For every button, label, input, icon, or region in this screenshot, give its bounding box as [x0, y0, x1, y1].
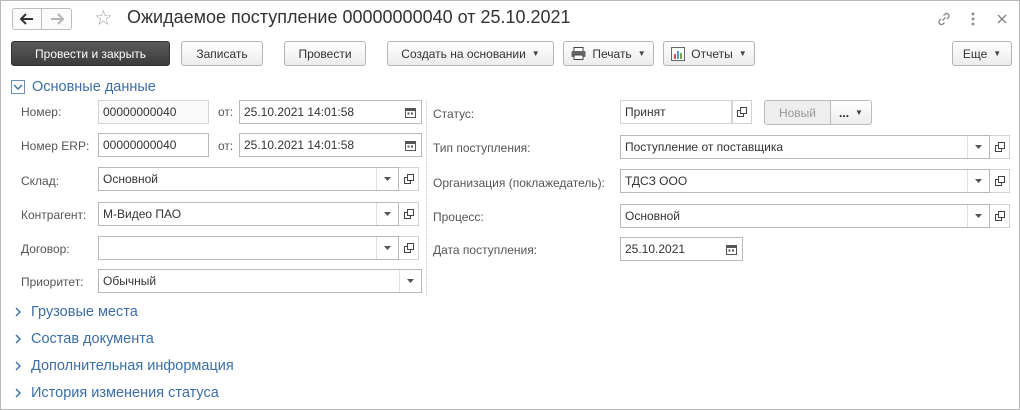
forward-button[interactable]: [42, 8, 72, 30]
arrow-left-icon: [20, 13, 33, 25]
calendar-icon[interactable]: [399, 101, 421, 123]
column-divider: [426, 101, 427, 296]
calendar-icon[interactable]: [399, 134, 421, 156]
receipt-type-label: Тип поступления:: [433, 141, 531, 155]
erp-date-field[interactable]: 25.10.2021 14:01:58: [239, 133, 422, 157]
link-icon[interactable]: [934, 9, 954, 29]
open-form-icon: [403, 243, 414, 253]
dropdown-arrow-icon[interactable]: [399, 270, 421, 292]
counterparty-field[interactable]: М-Видео ПАО: [98, 202, 399, 226]
back-button[interactable]: [12, 8, 42, 30]
receipt-type-field[interactable]: Поступление от поставщика: [620, 135, 990, 159]
chevron-right-icon: [11, 305, 25, 319]
chevron-right-icon: [11, 359, 25, 373]
caret-down-icon: ▼: [738, 49, 747, 58]
open-form-icon: [403, 174, 414, 184]
section-status-history[interactable]: История изменения статуса: [11, 383, 219, 403]
more-button[interactable]: Еще ▼: [952, 41, 1012, 66]
chevron-right-icon: [11, 386, 25, 400]
open-form-icon: [737, 107, 747, 117]
contract-label: Договор:: [21, 242, 70, 256]
organization-label: Организация (поклажедатель):: [433, 176, 606, 190]
erp-number-field[interactable]: 00000000040: [98, 133, 209, 157]
caret-down-icon: ▼: [993, 49, 1002, 58]
more-vertical-icon[interactable]: [963, 9, 983, 29]
number-field[interactable]: 00000000040: [98, 100, 209, 124]
print-button[interactable]: Печать ▼: [563, 41, 654, 66]
open-form-icon: [403, 209, 414, 219]
contract-field[interactable]: [98, 236, 399, 260]
open-process-button[interactable]: [990, 204, 1010, 228]
create-based-on-button[interactable]: Создать на основании ▼: [387, 41, 554, 66]
warehouse-field[interactable]: Основной: [98, 167, 399, 191]
open-form-icon: [994, 211, 1005, 221]
priority-field[interactable]: Обычный: [98, 269, 422, 293]
document-window: ☆ Ожидаемое поступление 00000000040 от 2…: [0, 0, 1020, 410]
caret-down-icon: ▼: [855, 108, 863, 117]
open-warehouse-button[interactable]: [399, 167, 419, 191]
caret-down-icon: ▼: [637, 49, 646, 58]
report-icon: [671, 46, 686, 61]
arrow-right-icon: [50, 13, 64, 25]
section-document-composition[interactable]: Состав документа: [11, 329, 154, 349]
organization-field[interactable]: ТДСЗ ООО: [620, 169, 990, 193]
dropdown-arrow-icon[interactable]: [376, 203, 398, 225]
reports-button[interactable]: Отчеты ▼: [663, 41, 755, 66]
post-and-close-button[interactable]: Провести и закрыть: [11, 41, 170, 66]
counterparty-label: Контрагент:: [21, 208, 87, 222]
write-button[interactable]: Записать: [181, 41, 263, 66]
process-label: Процесс:: [433, 210, 484, 224]
date-field[interactable]: 25.10.2021 14:01:58: [239, 100, 422, 124]
number-label: Номер:: [21, 105, 62, 119]
process-field[interactable]: Основной: [620, 204, 990, 228]
post-button[interactable]: Провести: [284, 41, 366, 66]
section-cargo-places[interactable]: Грузовые места: [11, 302, 138, 322]
section-main-data[interactable]: Основные данные: [11, 77, 156, 97]
priority-label: Приоритет:: [21, 275, 84, 289]
erp-number-label: Номер ERP:: [21, 139, 90, 153]
warehouse-label: Склад:: [21, 174, 60, 188]
caret-down-icon: ▼: [531, 49, 540, 58]
status-more-button[interactable]: ... ▼: [830, 100, 872, 125]
erp-date-from-label: от:: [218, 139, 234, 153]
close-icon[interactable]: [992, 9, 1012, 29]
open-receipt-type-button[interactable]: [990, 135, 1010, 159]
section-additional-info[interactable]: Дополнительная информация: [11, 356, 234, 376]
printer-icon: [571, 47, 586, 60]
receipt-date-label: Дата поступления:: [433, 243, 538, 257]
open-counterparty-button[interactable]: [399, 202, 419, 226]
status-new-button[interactable]: Новый: [764, 100, 831, 125]
title-bar: ☆ Ожидаемое поступление 00000000040 от 2…: [1, 1, 1019, 37]
dropdown-arrow-icon[interactable]: [376, 168, 398, 190]
date-from-label: от:: [218, 105, 234, 119]
open-organization-button[interactable]: [990, 169, 1010, 193]
favorite-star-icon[interactable]: ☆: [94, 7, 118, 31]
receipt-date-field[interactable]: 25.10.2021: [620, 237, 743, 261]
open-form-icon: [994, 142, 1005, 152]
open-status-button[interactable]: [732, 100, 752, 124]
window-title: Ожидаемое поступление 00000000040 от 25.…: [127, 7, 571, 27]
open-contract-button[interactable]: [399, 236, 419, 260]
status-label: Статус:: [433, 107, 475, 121]
dropdown-arrow-icon[interactable]: [967, 136, 989, 158]
calendar-icon[interactable]: [720, 238, 742, 260]
open-form-icon: [994, 176, 1005, 186]
dropdown-arrow-icon[interactable]: [376, 237, 398, 259]
chevron-down-icon: [11, 80, 25, 94]
status-field[interactable]: Принят: [620, 100, 732, 124]
chevron-right-icon: [11, 332, 25, 346]
dropdown-arrow-icon[interactable]: [967, 170, 989, 192]
dropdown-arrow-icon[interactable]: [967, 205, 989, 227]
